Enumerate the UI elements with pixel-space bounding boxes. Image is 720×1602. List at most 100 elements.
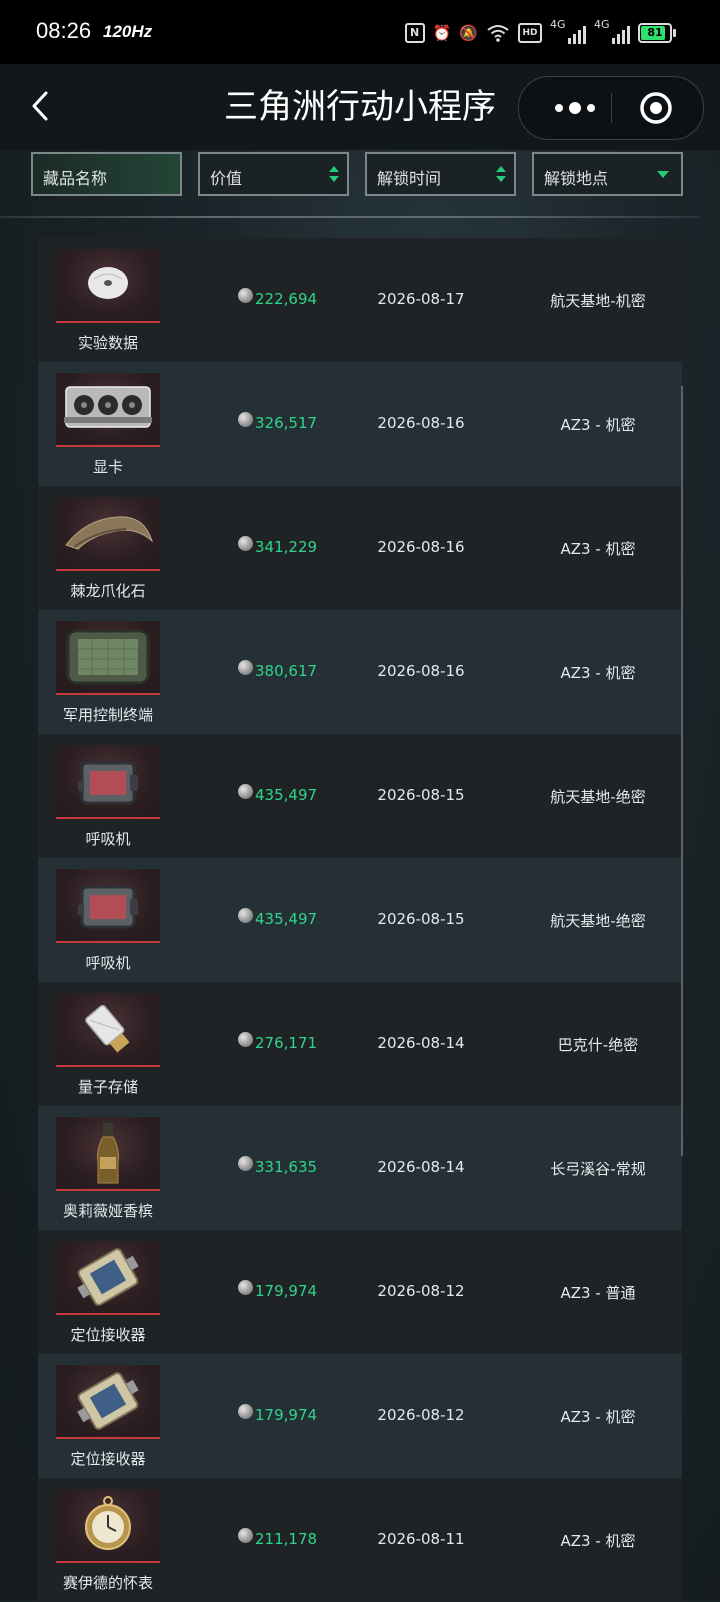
table-row[interactable]: 呼吸机 435,497 2026-08-15 航天基地-绝密	[38, 858, 682, 982]
table-row[interactable]: 棘龙爪化石 341,229 2026-08-16 AZ3 - 机密	[38, 486, 682, 610]
item-thumbnail	[56, 1489, 160, 1563]
sort-icon	[329, 166, 339, 184]
item-name: 定位接收器	[70, 1326, 146, 1344]
item-value-text: 435,497	[255, 786, 318, 804]
status-time: 08:26	[36, 18, 92, 43]
nfc-icon: N	[404, 23, 425, 43]
mute-icon: 🔕	[459, 24, 478, 42]
signal-icon: 4G	[550, 18, 586, 44]
item-value-text: 211,178	[255, 1530, 318, 1548]
filter-item-name[interactable]: 藏品名称	[31, 152, 182, 196]
pocket-watch-icon	[85, 1496, 131, 1550]
item-value-text: 380,617	[255, 662, 318, 680]
coin-icon	[238, 783, 253, 799]
unlock-date: 2026-08-16	[377, 538, 465, 556]
usb-drive-icon	[85, 1004, 130, 1053]
coin-icon	[238, 1403, 253, 1419]
table-row[interactable]: 赛伊德的怀表 211,178 2026-08-11 AZ3 - 机密	[38, 1478, 682, 1602]
unlock-location: AZ3 - 机密	[560, 540, 636, 558]
item-name: 奥莉薇娅香槟	[62, 1202, 153, 1220]
unlock-date: 2026-08-15	[377, 786, 465, 804]
table-row[interactable]: 军用控制终端 380,617 2026-08-16 AZ3 - 机密	[38, 610, 682, 734]
item-value: 380,617	[238, 659, 318, 680]
unlock-location: AZ3 - 机密	[560, 1408, 636, 1426]
unlock-location: AZ3 - 机密	[560, 1532, 636, 1550]
unlock-date: 2026-08-17	[377, 290, 465, 308]
item-value: 435,497	[238, 907, 318, 928]
scrollbar[interactable]	[681, 386, 683, 1156]
item-name: 定位接收器	[70, 1450, 146, 1468]
unlock-location: 航天基地-绝密	[550, 912, 646, 930]
unlock-date: 2026-08-14	[377, 1034, 465, 1052]
table-row[interactable]: 奥莉薇娅香槟 331,635 2026-08-14 长弓溪谷-常规	[38, 1106, 682, 1230]
hd-icon: HD	[518, 23, 542, 43]
more-menu-icon[interactable]	[539, 77, 611, 139]
coin-icon	[238, 287, 253, 303]
status-icons: N ⏰ 🔕 HD 4G 4G 81	[404, 18, 676, 46]
unlock-location: AZ3 - 普通	[560, 1284, 636, 1302]
table-row[interactable]: 呼吸机 435,497 2026-08-15 航天基地-绝密	[38, 734, 682, 858]
item-name: 军用控制终端	[62, 706, 153, 724]
unlock-location: AZ3 - 机密	[560, 416, 636, 434]
filter-unlock-location[interactable]: 解锁地点	[532, 152, 683, 196]
item-thumbnail	[56, 621, 160, 695]
item-value: 331,635	[238, 1155, 317, 1176]
unlock-location: 巴克什-绝密	[557, 1036, 639, 1054]
gpu-icon	[64, 386, 152, 428]
gps-receiver-icon	[77, 1248, 139, 1306]
item-name: 呼吸机	[85, 954, 131, 972]
item-name: 显卡	[92, 458, 123, 476]
filter-label: 价值	[210, 169, 243, 188]
item-name: 量子存储	[77, 1078, 138, 1096]
capsule-divider	[611, 93, 612, 123]
ventilator-icon	[78, 761, 138, 805]
filter-bar: 藏品名称 价值 解锁时间 解锁地点	[31, 152, 683, 196]
item-value-text: 179,974	[255, 1406, 318, 1424]
item-thumbnail	[56, 373, 160, 447]
unlock-location: AZ3 - 机密	[560, 664, 636, 682]
status-bar: 08:26 120Hz N ⏰ 🔕 HD 4G 4G 81	[0, 0, 720, 64]
refresh-rate: 120Hz	[103, 22, 153, 41]
item-value-text: 179,974	[255, 1282, 318, 1300]
item-value: 435,497	[238, 783, 318, 804]
wifi-icon	[487, 25, 509, 42]
item-thumbnail	[56, 1241, 160, 1315]
table-row[interactable]: 实验数据 222,694 2026-08-17 航天基地-机密	[38, 238, 682, 362]
item-thumbnail	[56, 1117, 160, 1191]
item-value-text: 276,171	[255, 1034, 318, 1052]
main-content: 藏品名称 价值 解锁时间 解锁地点 实验数据 222,694 2026-08-17 航…	[0, 150, 720, 1602]
item-value-text: 222,694	[255, 290, 318, 308]
back-arrow-icon[interactable]	[22, 86, 62, 126]
close-target-icon[interactable]	[639, 91, 673, 125]
coin-icon	[238, 659, 253, 675]
unlock-location: 航天基地-绝密	[550, 788, 646, 806]
signal-icon-2: 4G	[594, 18, 630, 44]
battery-icon: 81	[638, 23, 676, 43]
item-name: 棘龙爪化石	[70, 582, 146, 600]
page-title: 三角洲行动小程序	[224, 87, 496, 127]
filter-unlock-time[interactable]: 解锁时间	[365, 152, 516, 196]
alarm-icon: ⏰	[432, 24, 452, 42]
table-row[interactable]: 量子存储 276,171 2026-08-14 巴克什-绝密	[38, 982, 682, 1106]
item-value: 276,171	[238, 1031, 318, 1052]
item-thumbnail	[56, 869, 160, 943]
champagne-icon	[97, 1123, 119, 1184]
item-value-text: 341,229	[255, 538, 318, 556]
unlock-location: 长弓溪谷-常规	[550, 1160, 646, 1178]
item-thumbnail	[56, 1365, 160, 1439]
unlock-date: 2026-08-16	[377, 662, 465, 680]
item-value-text: 435,497	[255, 910, 318, 928]
item-value: 222,694	[238, 287, 318, 308]
table-row[interactable]: 定位接收器 179,974 2026-08-12 AZ3 - 普通	[38, 1230, 682, 1354]
filter-value[interactable]: 价值	[198, 152, 349, 196]
table-row[interactable]: 显卡 326,517 2026-08-16 AZ3 - 机密	[38, 362, 682, 486]
coin-icon	[238, 907, 253, 923]
coin-icon	[238, 1279, 253, 1295]
item-name: 实验数据	[77, 334, 138, 352]
coin-icon	[238, 1155, 253, 1171]
table-row[interactable]: 定位接收器 179,974 2026-08-12 AZ3 - 机密	[38, 1354, 682, 1478]
dropdown-arrow-icon	[657, 171, 669, 178]
mini-program-capsule	[518, 76, 704, 140]
item-thumbnail	[56, 993, 160, 1067]
item-name: 赛伊德的怀表	[62, 1574, 153, 1592]
